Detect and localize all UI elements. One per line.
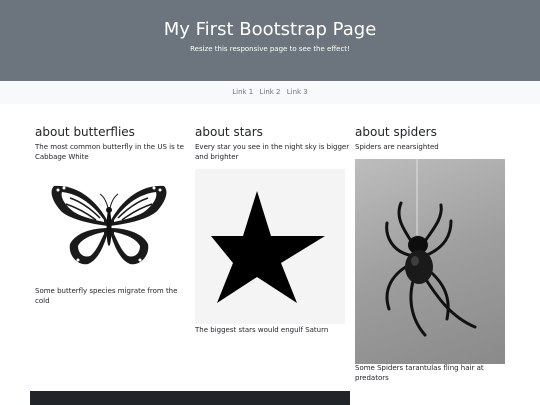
footer-bar — [30, 391, 350, 405]
stars-heading: about stars — [195, 125, 263, 139]
butterflies-column: about butterflies The most common butter… — [35, 124, 190, 162]
nav-link-1[interactable]: Link 1 — [232, 88, 253, 96]
butterflies-intro: The most common butterfly in the US is t… — [35, 143, 184, 161]
page-title: My First Bootstrap Page — [163, 19, 377, 40]
nav-link-3[interactable]: Link 3 — [287, 88, 308, 96]
butterfly-image — [48, 182, 170, 270]
spider-image — [355, 159, 505, 364]
spiders-intro: Spiders are nearsighted — [355, 143, 439, 151]
butterflies-caption: Some butterfly species migrate from the … — [35, 287, 178, 305]
spiders-heading: about spiders — [355, 125, 437, 139]
nav-link-2[interactable]: Link 2 — [259, 88, 280, 96]
star-image — [195, 169, 345, 324]
stars-intro: Every star you see in the night sky is b… — [195, 143, 350, 161]
page-subtitle: Resize this responsive page to see the e… — [190, 45, 350, 53]
spiders-column: about spiders Spiders are nearsighted — [355, 124, 510, 152]
butterflies-heading: about butterflies — [35, 125, 135, 139]
stars-column: about stars Every star you see in the ni… — [195, 124, 350, 162]
spiders-caption: Some Spiders tarantulas fling hair at pr… — [355, 364, 484, 382]
jumbotron: My First Bootstrap Page Resize this resp… — [0, 0, 540, 81]
navbar: Link 1 Link 2 Link 3 — [0, 81, 540, 104]
stars-caption: The biggest stars would engulf Saturn — [195, 326, 329, 334]
